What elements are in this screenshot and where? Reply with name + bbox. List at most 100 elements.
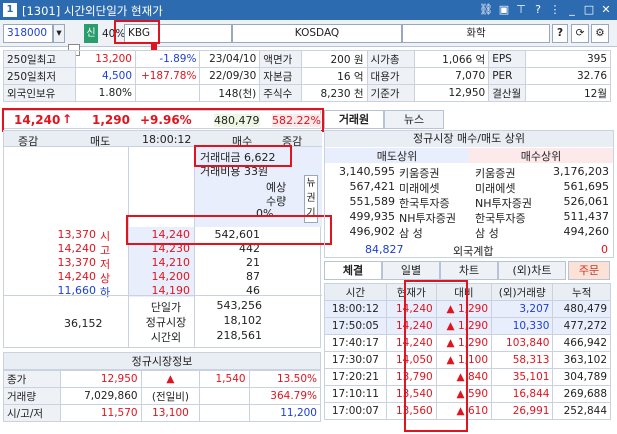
tick-cell: 17:50:05 (331, 320, 379, 332)
tab-chart[interactable]: 차트 (440, 261, 498, 280)
foreign-sell: 84,827 (365, 243, 404, 256)
ask-change: 13,370 (57, 228, 97, 241)
info-table: 250일최고 13,200 -1.89% 23/04/10 액면가 200 원 시가총 1,0… (2, 50, 611, 102)
help-button[interactable]: ? (552, 24, 568, 43)
tick-td: 10,330 (491, 317, 554, 335)
news-side-button[interactable]: 뉴 (305, 176, 317, 191)
info-cell: 7,070 (413, 67, 490, 85)
trade-cost: 거래비용 33원 (200, 165, 269, 178)
help-icon[interactable]: ? (530, 2, 546, 18)
regular-cell: 364.79% (248, 387, 322, 405)
info-cell: 외국인보유 (2, 84, 77, 102)
tick-cell: 1,290 (457, 337, 489, 349)
info-cell: 395 (525, 50, 611, 68)
tick-td: 14,240 (385, 300, 437, 318)
info-cell (134, 84, 201, 102)
market-label: KOSDAQ (232, 24, 402, 43)
table-row: 17:10:11 13,540 ▲ 590 16,844 269,688 (324, 385, 611, 403)
regular-cell: 거래량 (2, 387, 62, 405)
top-tabs: 거래원 뉴스 (324, 110, 614, 130)
refresh-icon[interactable]: ⟳ (571, 24, 589, 43)
info-cell: 결산월 (488, 84, 527, 102)
tick-cell: 13,790 (395, 371, 433, 383)
tab-daily[interactable]: 일별 (382, 261, 440, 280)
tick-td: 17:30:07 (324, 351, 387, 369)
maximize-icon[interactable]: □ (581, 2, 597, 18)
broker-buy-name: 한국투자증 (475, 212, 526, 225)
tab-foreign-chart[interactable]: (외)차트 (498, 261, 566, 280)
tab-news[interactable]: 뉴스 (384, 110, 444, 129)
tick-td: ▲ 1,290 (435, 317, 493, 335)
info-cell: 13,200 (75, 50, 136, 68)
tick-td: 16,844 (491, 385, 554, 403)
info-cell: 250일최고 (2, 50, 77, 68)
tab-broker[interactable]: 거래원 (324, 110, 384, 129)
tick-cell: 477,272 (563, 320, 607, 332)
settings-gear-icon[interactable]: ⚙ (591, 24, 609, 43)
info-cell: +187.78% (134, 67, 201, 85)
tick-td: ▲ 590 (435, 385, 493, 403)
tick-td: 466,942 (552, 334, 611, 352)
tab-ticks[interactable]: 체결 (324, 261, 382, 280)
regular-cell (199, 387, 250, 405)
tick-td: ▲ 840 (435, 368, 493, 386)
tick-cell: 840 (467, 371, 489, 383)
ob-bottom-label: 시간외 (150, 331, 182, 344)
ob-bottom-value: 543,256 (216, 299, 263, 312)
ask-change: 13,370 (57, 256, 97, 269)
orderbook: 증감 매도 18:00:12 매수 증감 거래대금 6,622 거래비용 33원… (3, 130, 332, 348)
ticks-header: 시간 (324, 283, 387, 301)
regular-row: 시/고/저 11,570 13,100 11,200 (2, 404, 322, 422)
up-arrow-icon: ↑ (62, 112, 73, 126)
tick-td: 17:50:05 (324, 317, 387, 335)
table-row: 17:30:07 14,050 ▲ 1,100 58,313 363,102 (324, 351, 611, 369)
tick-td: 17:20:21 (324, 368, 387, 386)
regular-cell: 1,540 (199, 370, 250, 388)
regular-cell: 11,200 (248, 404, 322, 422)
info-row: 외국인보유 1.80% 148(천) 주식수 8,230 천 기준가 12,950 결산월 12… (2, 84, 611, 102)
tick-cell: 610 (467, 405, 489, 417)
regular-cell (199, 404, 250, 422)
tick-td: ▲ 610 (435, 402, 493, 420)
info-cell: 8,230 천 (300, 84, 368, 102)
tick-td: 18:00:12 (324, 300, 387, 318)
tick-td: 14,240 (385, 334, 437, 352)
mid-tabs: 체결 일별 차트 (외)차트 주문 (324, 261, 614, 281)
minimize-icon[interactable]: _ (564, 2, 580, 18)
tab-order[interactable]: 주문 (568, 261, 610, 280)
tick-cell: 466,942 (563, 337, 607, 349)
broker-title: 정규시장 매수/매도 상위 (325, 131, 613, 147)
ask-qty: 442 (239, 242, 260, 255)
broker-sell-name: 미래에셋 (399, 182, 440, 195)
sell-top-header: 매도상위 (325, 148, 469, 163)
stock-code-input[interactable]: 318000 (3, 24, 53, 43)
title-bar: 1 [1301] 시간외단일가 현재가 ⛓ ▣ ⊤ ? ⋮ _ □ ✕ (0, 0, 617, 20)
tick-cell: 26,991 (512, 405, 550, 417)
up-triangle-icon: ▲ (446, 337, 458, 349)
broker-sell-vol: 551,589 (349, 195, 396, 208)
pin-icon[interactable]: ⊤ (513, 2, 529, 18)
ask-qty: 87 (246, 270, 260, 283)
up-triangle-icon: ▲ (456, 371, 468, 383)
bookmark-icon[interactable]: ▣ (496, 2, 512, 18)
code-dropdown-icon[interactable]: ▾ (53, 24, 65, 43)
tick-cell: 363,102 (563, 354, 607, 366)
etc-side-button[interactable]: 기 (305, 206, 317, 221)
close-icon[interactable]: ✕ (598, 2, 614, 18)
broker-panel: 정규시장 매수/매도 상위 매도상위 매수상위 3,140,595 키움증권 키움증… (324, 130, 614, 258)
ask-tag: 하 (100, 286, 111, 299)
stock-name: KBG (124, 24, 232, 43)
info-cell: 1,066 억 (413, 50, 490, 68)
link-icon[interactable]: ⛓ (478, 2, 494, 18)
ask-price: 14,200 (151, 270, 191, 283)
tick-td: ▲ 1,100 (435, 351, 493, 369)
rights-side-button[interactable]: 권 (305, 191, 317, 206)
tick-cell: 103,840 (506, 337, 550, 349)
broker-sell-vol: 567,421 (349, 180, 396, 193)
tick-cell: 590 (467, 388, 489, 400)
broker-buy-name: 키움증권 (475, 167, 516, 180)
menu-icon[interactable]: ⋮ (547, 2, 563, 18)
up-triangle-icon: ▲ (456, 405, 468, 417)
broker-sell-name: NH투자증권 (399, 212, 456, 225)
regular-cell: ▲ (140, 370, 201, 388)
